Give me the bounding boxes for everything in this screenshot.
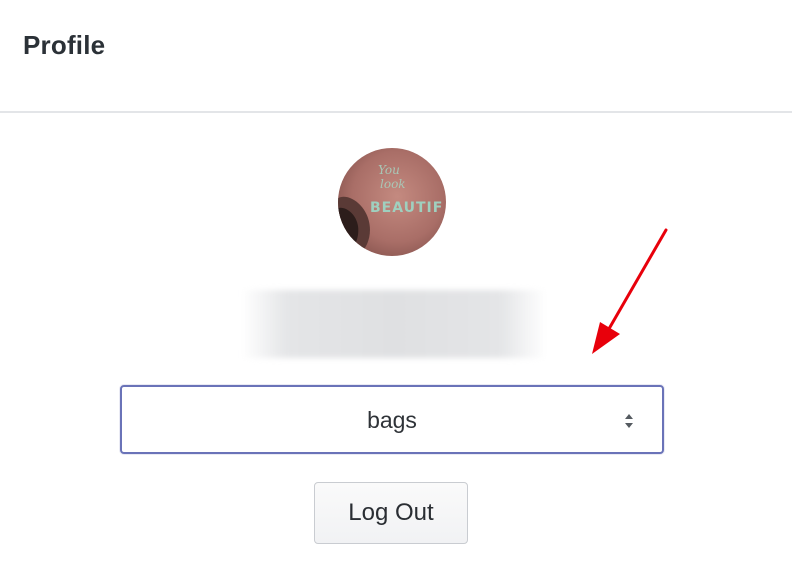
svg-text:BEAUTIF: BEAUTIF	[370, 200, 443, 216]
svg-text:You: You	[378, 163, 400, 177]
up-down-chevron-icon	[625, 414, 633, 428]
avatar: You look BEAUTIF	[338, 148, 446, 256]
page-title: Profile	[23, 30, 106, 60]
category-select-value: bags	[367, 407, 417, 433]
svg-text:look: look	[380, 177, 406, 191]
avatar-image: You look BEAUTIF	[338, 148, 446, 256]
category-select[interactable]: bags	[120, 385, 664, 454]
username-redacted	[242, 290, 546, 358]
red-arrow-annotation-icon	[592, 228, 668, 354]
logout-button[interactable]: Log Out	[314, 482, 468, 544]
page-header: Profile	[0, 0, 792, 113]
profile-page: Profile You look BEAUTIF bags Log Out	[0, 0, 792, 580]
